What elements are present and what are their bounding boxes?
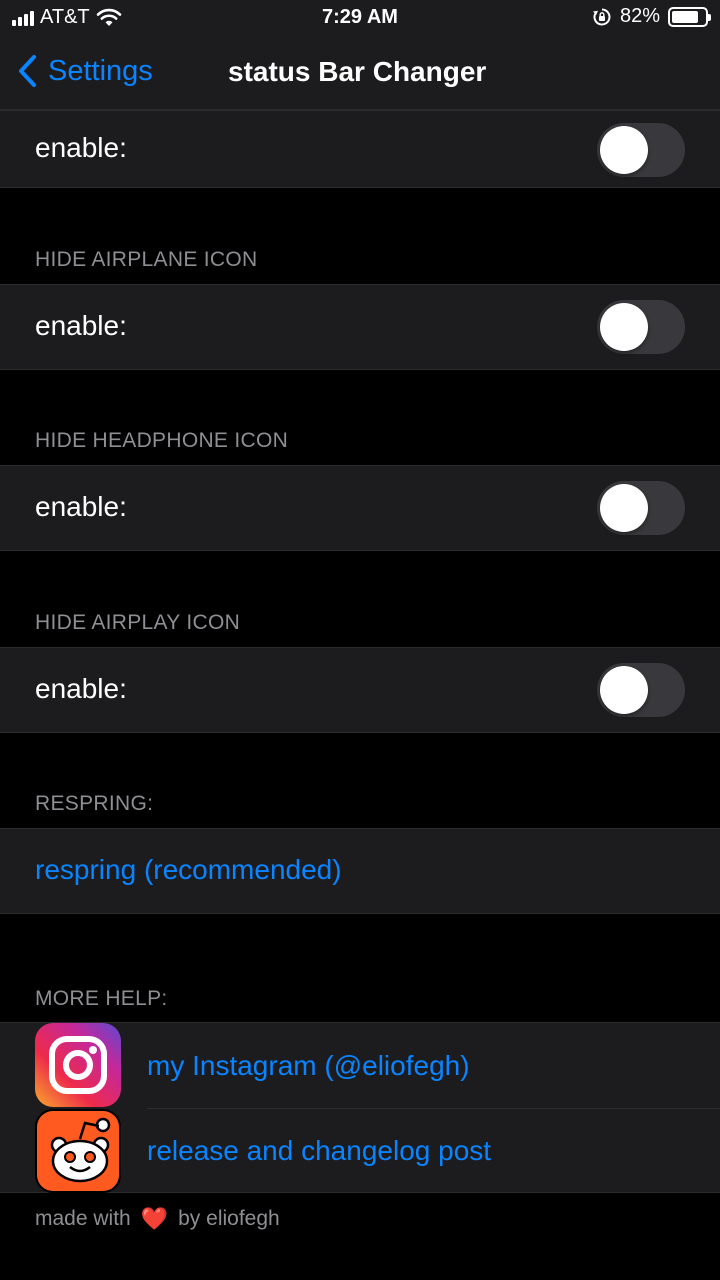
section-header-respring: RESPRING:	[35, 792, 154, 815]
back-button[interactable]: Settings	[18, 54, 153, 88]
navigation-bar: Settings status Bar Changer	[0, 36, 720, 110]
wifi-icon	[96, 8, 121, 26]
enable-toggle[interactable]	[597, 481, 685, 535]
settings-row-status: enable:	[0, 110, 720, 188]
enable-toggle[interactable]	[597, 123, 685, 177]
instagram-link[interactable]: my Instagram (@eliofegh)	[147, 1050, 470, 1082]
settings-row-headphone: enable:	[0, 465, 720, 551]
footer-credit: made with ❤️ by eliofegh	[35, 1206, 280, 1232]
status-bar: AT&T 7:29 AM 82%	[0, 0, 720, 36]
orientation-lock-icon	[592, 8, 611, 25]
carrier-label: AT&T	[40, 6, 90, 28]
battery-icon	[668, 6, 711, 27]
page-title: status Bar Changer	[228, 56, 487, 87]
changelog-link[interactable]: release and changelog post	[147, 1135, 491, 1167]
battery-percentage: 82%	[619, 5, 660, 27]
chevron-left-icon	[19, 55, 36, 87]
respring-button[interactable]: respring (recommended)	[35, 854, 342, 886]
toggle-knob	[600, 484, 648, 532]
instagram-icon	[35, 1023, 121, 1107]
settings-row-airplane: enable:	[0, 284, 720, 370]
battery-level-fill	[672, 10, 699, 23]
help-links-group: my Instagram (@eliofegh) release and cha…	[0, 1022, 720, 1193]
row-label: enable:	[35, 310, 127, 341]
row-label: enable:	[35, 132, 127, 163]
section-header-help: MORE HELP:	[35, 987, 168, 1010]
section-header-headphone: HIDE HEADPHONE ICON	[35, 429, 289, 452]
back-label: Settings	[48, 54, 153, 87]
section-header-airplane: HIDE AIRPLANE ICON	[35, 248, 258, 271]
section-header-airplay: HIDE AIRPLAY ICON	[35, 611, 241, 634]
enable-toggle[interactable]	[597, 300, 685, 354]
toggle-knob	[600, 303, 648, 351]
status-right: 82%	[592, 5, 711, 28]
enable-toggle[interactable]	[597, 663, 685, 717]
status-left: AT&T	[12, 6, 122, 29]
row-divider	[147, 1108, 720, 1109]
respring-row[interactable]: respring (recommended)	[0, 828, 720, 914]
reddit-icon	[35, 1109, 121, 1193]
footer-author: by eliofegh	[178, 1207, 280, 1230]
row-label: enable:	[35, 491, 127, 522]
settings-row-airplay: enable:	[0, 647, 720, 733]
footer-prefix: made with	[35, 1207, 131, 1230]
row-label: enable:	[35, 673, 127, 704]
toggle-knob	[600, 666, 648, 714]
heart-icon: ❤️	[140, 1206, 169, 1231]
cellular-signal-icon	[12, 10, 34, 26]
toggle-knob	[600, 126, 648, 174]
